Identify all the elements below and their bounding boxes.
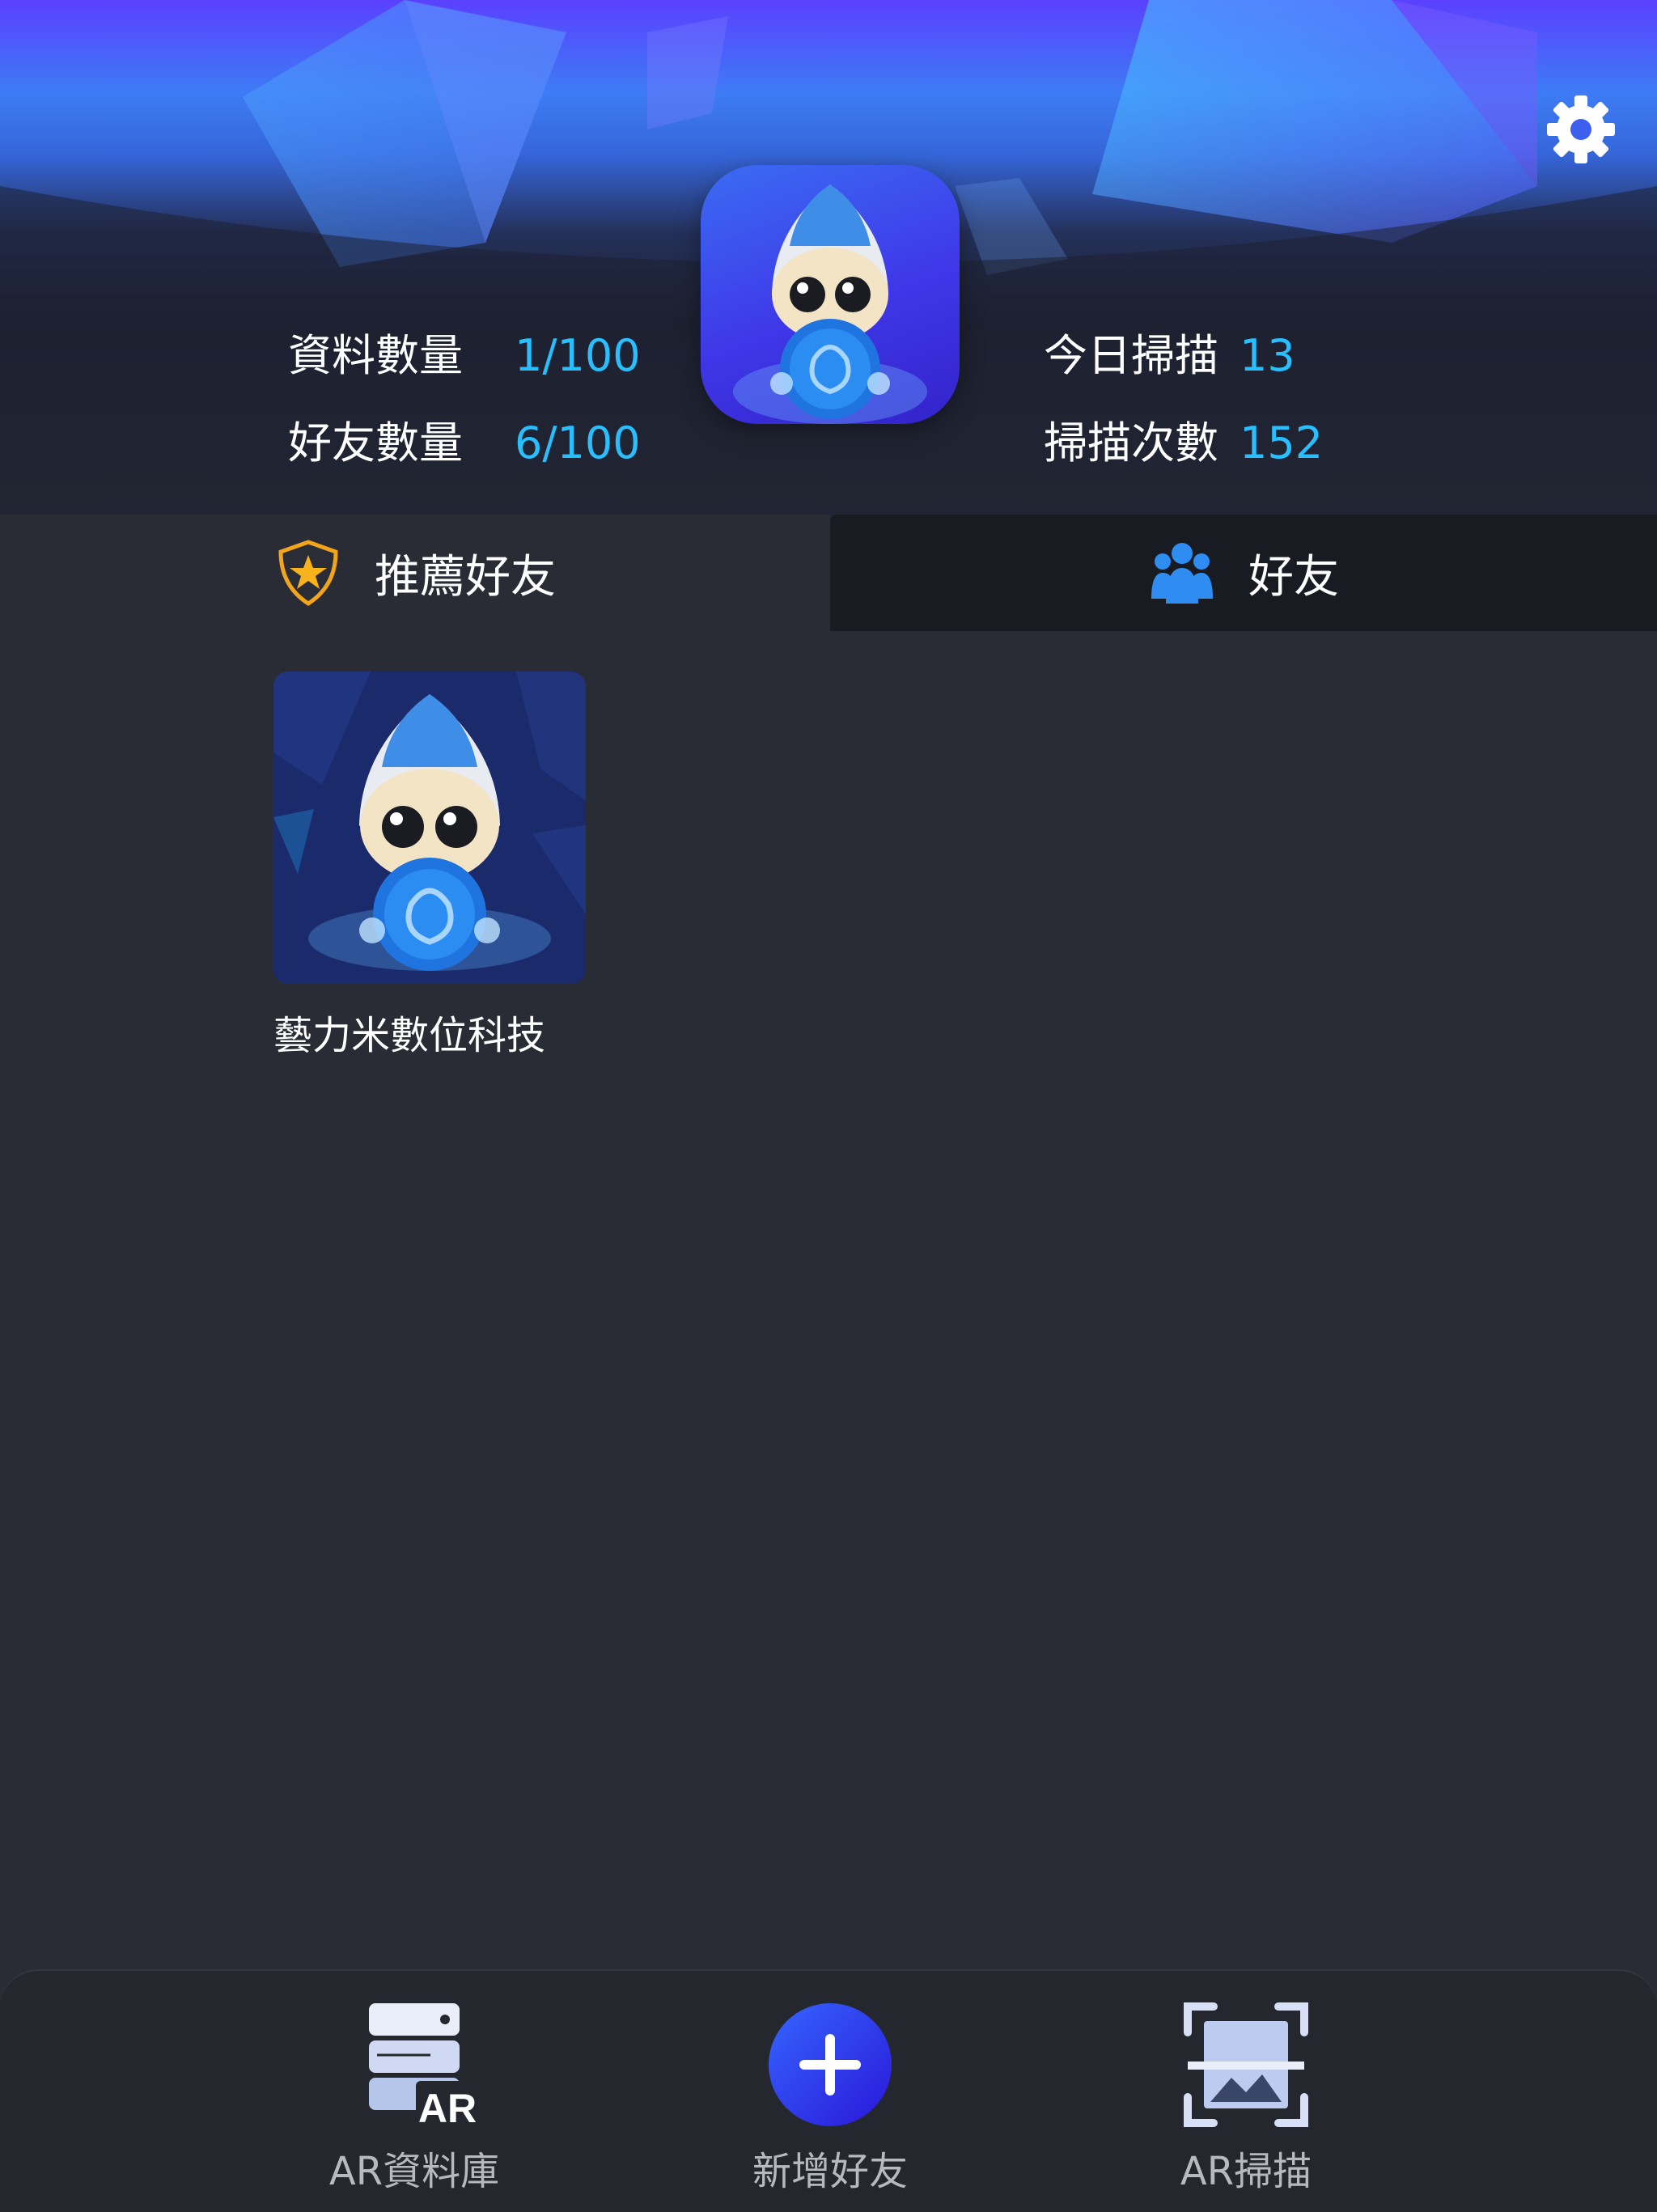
friend-avatar: [273, 672, 586, 984]
scan-times-label: 掃描次數: [1044, 417, 1218, 468]
add-friend-label: 新增好友: [752, 2149, 908, 2194]
profile-avatar[interactable]: [701, 165, 960, 424]
tab-friends[interactable]: 好友: [830, 515, 1657, 631]
people-icon: [1151, 543, 1213, 604]
friend-card[interactable]: 藝力米數位科技: [273, 672, 589, 1058]
mascot-avatar-icon: [273, 672, 586, 984]
scan-frame-icon: [1184, 2002, 1308, 2127]
today-scan-value: 13: [1240, 330, 1295, 381]
ar-scan-label: AR掃描: [1180, 2149, 1312, 2194]
tab-recommended-label: 推薦好友: [375, 550, 556, 604]
friend-tabs: 推薦好友 好友: [0, 515, 1657, 631]
today-scan-label: 今日掃描: [1044, 330, 1218, 381]
profile-header: 資料數量 1/100 好友數量 6/100 今日掃描 13 掃描次數 152: [0, 0, 1657, 518]
bottom-navigation: AR AR資料庫 新增好友 AR掃描: [0, 1969, 1657, 2212]
scan-times-stat: 掃描次數 152: [1044, 407, 1323, 471]
add-friend-button[interactable]: 新增好友: [684, 1971, 976, 2212]
data-count-label: 資料數量: [288, 330, 463, 381]
data-count-value: 1/100: [515, 330, 641, 381]
friend-count-stat: 好友數量 6/100: [288, 407, 641, 471]
mascot-avatar-icon: [733, 184, 927, 424]
gear-icon[interactable]: [1540, 89, 1621, 170]
ar-database-label: AR資料庫: [328, 2149, 500, 2194]
friend-count-label: 好友數量: [288, 417, 463, 468]
data-count-stat: 資料數量 1/100: [288, 320, 641, 383]
today-scan-stat: 今日掃描 13: [1044, 320, 1295, 383]
shield-star-icon: [278, 540, 338, 606]
ar-database-button[interactable]: AR AR資料庫: [269, 1971, 560, 2212]
friend-count-value: 6/100: [515, 417, 641, 468]
friend-name: 藝力米數位科技: [273, 1013, 546, 1058]
tab-recommended-friends[interactable]: 推薦好友: [0, 515, 830, 631]
plus-circle-icon: [769, 2003, 892, 2126]
tab-friends-label: 好友: [1248, 550, 1339, 604]
scan-times-value: 152: [1240, 417, 1324, 468]
ar-database-icon: AR: [369, 2003, 479, 2129]
ar-scan-button[interactable]: AR掃描: [1100, 1971, 1392, 2212]
ar-badge-text: AR: [418, 2086, 477, 2129]
